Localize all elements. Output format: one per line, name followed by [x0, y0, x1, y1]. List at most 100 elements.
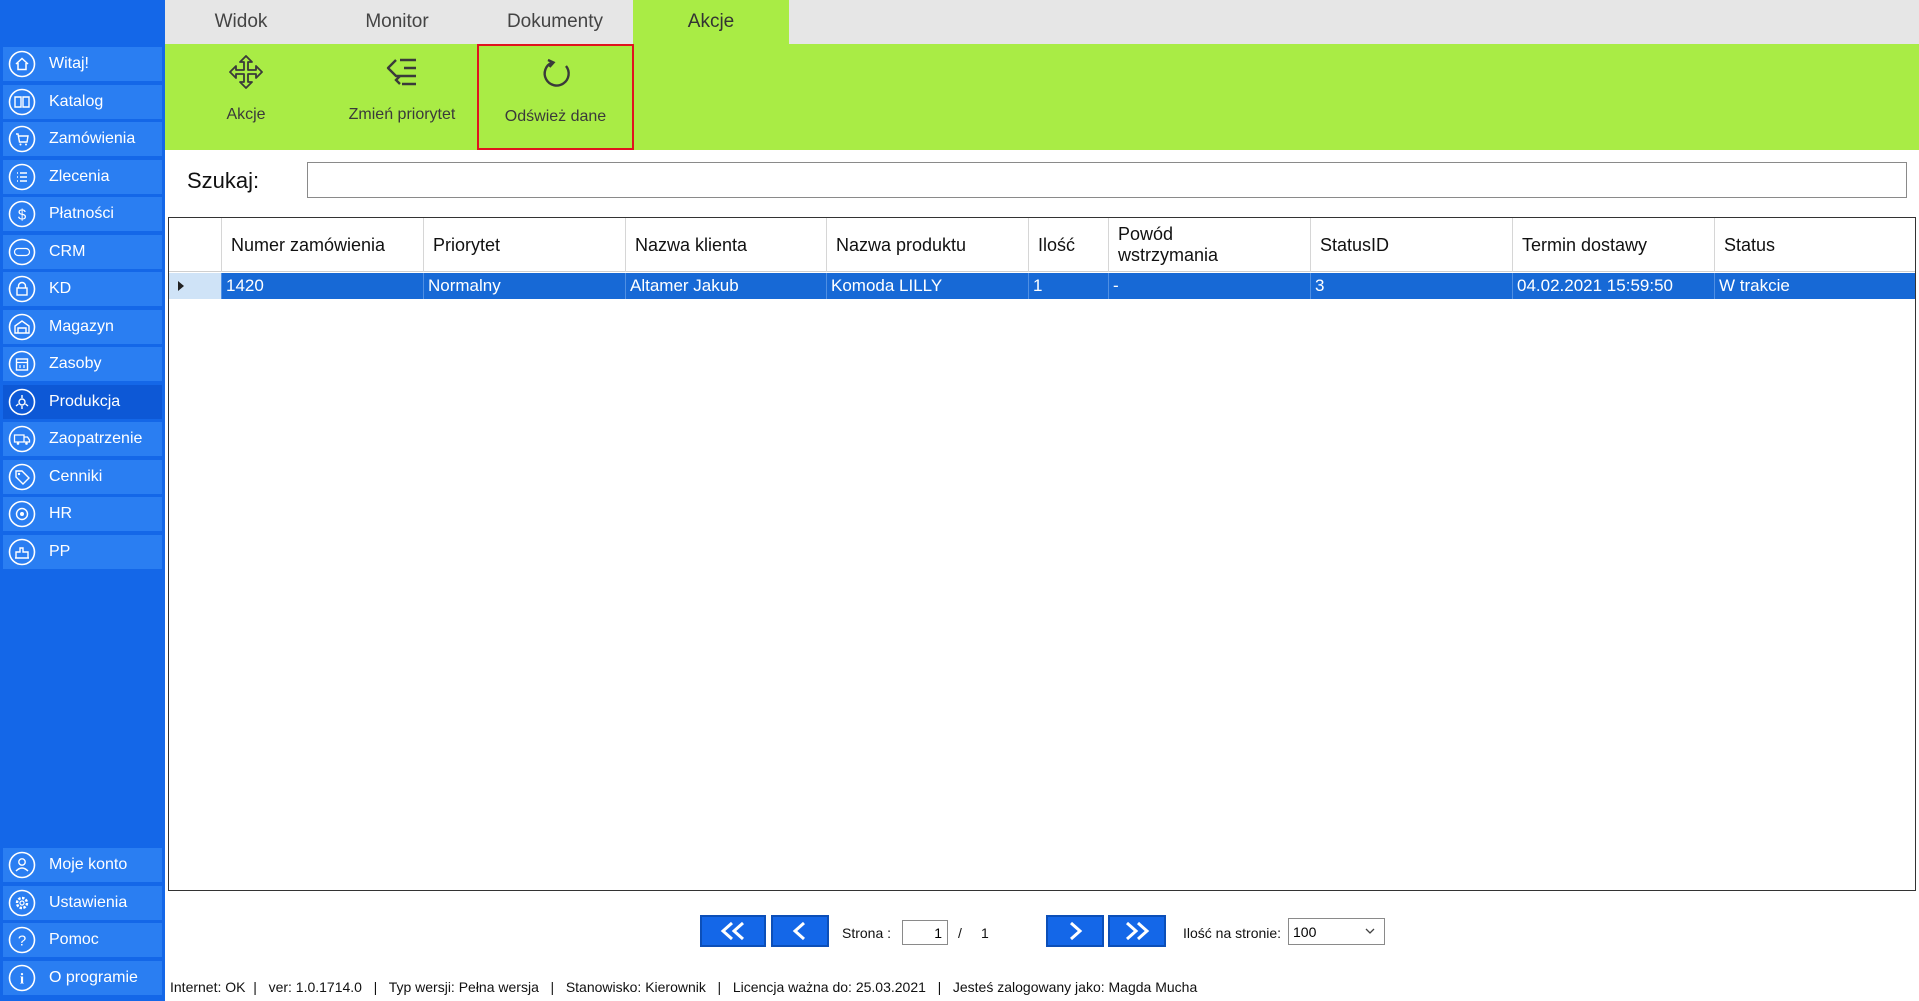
column-header-nazwa-klienta[interactable]: Nazwa klienta	[625, 218, 826, 272]
grid-header: Numer zamówienia Priorytet Nazwa klienta…	[169, 218, 1915, 272]
tab-akcje[interactable]: Akcje	[633, 0, 789, 44]
warehouse-icon	[8, 313, 36, 341]
row-arrow-icon	[178, 281, 184, 291]
sidebar-item-zaopatrzenie[interactable]: Zaopatrzenie	[3, 422, 162, 456]
column-header-termin-dostawy[interactable]: Termin dostawy	[1512, 218, 1714, 272]
row-selector[interactable]	[169, 273, 221, 299]
sidebar-item-pp[interactable]: PP	[3, 535, 162, 569]
sidebar-item-zasoby[interactable]: Zasoby	[3, 347, 162, 381]
page-separator: /	[958, 925, 962, 941]
column-header-numer-zamowienia[interactable]: Numer zamówienia	[221, 218, 423, 272]
sidebar-item-ustawienia[interactable]: Ustawienia	[3, 886, 162, 920]
akcje-button[interactable]: Akcje	[198, 44, 294, 150]
cell-numer-zamowienia[interactable]: 1420	[221, 273, 423, 299]
double-chevron-right-icon	[1126, 921, 1150, 941]
row-header-corner	[169, 218, 221, 272]
column-header-nazwa-produktu[interactable]: Nazwa produktu	[826, 218, 1028, 272]
sidebar-item-label: Płatności	[49, 205, 114, 222]
per-page-select[interactable]: 100	[1288, 918, 1385, 945]
double-chevron-left-icon	[720, 921, 744, 941]
calendar-icon	[8, 350, 36, 378]
sidebar-item-label: Moje konto	[49, 856, 128, 873]
move-arrows-icon	[229, 55, 263, 89]
odswiez-dane-button[interactable]: Odśwież dane	[477, 44, 634, 150]
sidebar-item-label: Witaj!	[49, 55, 89, 72]
column-header-statusid[interactable]: StatusID	[1310, 218, 1512, 272]
last-page-button[interactable]	[1108, 915, 1166, 947]
search-input[interactable]	[307, 162, 1907, 198]
tag-icon	[8, 463, 36, 491]
table-row[interactable]: 1420 Normalny Altamer Jakub Komoda LILLY…	[169, 273, 1915, 299]
help-icon: ?	[8, 926, 36, 954]
sidebar-item-moje-konto[interactable]: Moje konto	[3, 848, 162, 882]
column-header-ilosc[interactable]: Ilość	[1028, 218, 1108, 272]
orders-grid: Numer zamówienia Priorytet Nazwa klienta…	[168, 217, 1916, 891]
column-header-powod-wstrzymania[interactable]: Powód wstrzymania	[1108, 218, 1248, 272]
crm-icon	[8, 238, 36, 266]
first-page-button[interactable]	[700, 915, 766, 947]
sidebar-item-hr[interactable]: HR	[3, 497, 162, 531]
sidebar-item-label: Zasoby	[49, 355, 102, 372]
status-bar-text: Internet: OK | ver: 1.0.1714.0 | Typ wer…	[170, 979, 1198, 995]
sidebar-item-katalog[interactable]: Katalog	[3, 85, 162, 119]
chevron-left-icon	[792, 921, 805, 941]
cell-priorytet[interactable]: Normalny	[423, 273, 625, 299]
sidebar-item-label: Katalog	[49, 93, 104, 110]
cell-powod-wstrzymania[interactable]: -	[1108, 273, 1310, 299]
gear-icon	[8, 889, 36, 917]
tab-monitor[interactable]: Monitor	[317, 0, 477, 44]
column-header-label: Powód wstrzymania	[1118, 224, 1219, 265]
dollar-icon: $	[8, 200, 36, 228]
sidebar-item-label: Pomoc	[49, 931, 99, 948]
next-page-button[interactable]	[1046, 915, 1104, 947]
sidebar: Witaj! Katalog Zamówienia Zlecenia $ Pła…	[0, 0, 165, 1001]
sidebar-item-o-programie[interactable]: i O programie	[3, 961, 162, 995]
cell-statusid[interactable]: 3	[1310, 273, 1512, 299]
status-bar: Internet: OK | ver: 1.0.1714.0 | Typ wer…	[170, 979, 1197, 995]
cell-status[interactable]: W trakcie	[1714, 273, 1915, 299]
sidebar-item-label: PP	[49, 543, 71, 560]
sidebar-item-cenniki[interactable]: Cenniki	[3, 460, 162, 494]
sidebar-item-kd[interactable]: KD	[3, 272, 162, 306]
sidebar-item-platnosci[interactable]: $ Płatności	[3, 197, 162, 231]
column-header-priorytet[interactable]: Priorytet	[423, 218, 625, 272]
lock-icon	[8, 275, 36, 303]
total-pages: 1	[981, 925, 989, 941]
sidebar-item-zlecenia[interactable]: Zlecenia	[3, 160, 162, 194]
zmien-priorytet-button[interactable]: Zmień priorytet	[327, 44, 477, 150]
factory-icon	[8, 388, 36, 416]
cell-nazwa-klienta[interactable]: Altamer Jakub	[625, 273, 826, 299]
tab-widok[interactable]: Widok	[165, 0, 317, 44]
sidebar-item-magazyn[interactable]: Magazyn	[3, 310, 162, 344]
cell-nazwa-produktu[interactable]: Komoda LILLY	[826, 273, 1028, 299]
sidebar-item-crm[interactable]: CRM	[3, 235, 162, 269]
column-header-status[interactable]: Status	[1714, 218, 1915, 272]
book-icon	[8, 88, 36, 116]
chevron-down-icon	[1365, 928, 1375, 934]
chevron-right-icon	[1070, 921, 1083, 941]
sidebar-item-label: Produkcja	[49, 393, 121, 410]
tab-dokumenty[interactable]: Dokumenty	[477, 0, 633, 44]
people-icon	[8, 500, 36, 528]
svg-text:$: $	[18, 207, 27, 224]
priority-list-icon	[386, 58, 416, 86]
machine-icon	[8, 538, 36, 566]
page-number-input[interactable]	[902, 920, 948, 945]
zmien-priorytet-label: Zmień priorytet	[348, 106, 456, 123]
list-icon	[8, 163, 36, 191]
previous-page-button[interactable]	[771, 915, 829, 947]
sidebar-item-label: Zamówienia	[49, 130, 136, 147]
search-label: Szukaj:	[187, 168, 260, 193]
sidebar-item-zamowienia[interactable]: Zamówienia	[3, 122, 162, 156]
sidebar-item-label: Zlecenia	[49, 168, 110, 185]
svg-text:?: ?	[18, 933, 26, 950]
page-label: Strona :	[842, 925, 892, 941]
cell-ilosc[interactable]: 1	[1028, 273, 1108, 299]
sidebar-item-produkcja[interactable]: Produkcja	[3, 385, 162, 419]
sidebar-item-pomoc[interactable]: ? Pomoc	[3, 923, 162, 957]
user-icon	[8, 851, 36, 879]
info-icon: i	[8, 964, 36, 992]
sidebar-item-witaj[interactable]: Witaj!	[3, 47, 162, 81]
per-page-value: 100	[1293, 923, 1317, 940]
cell-termin-dostawy[interactable]: 04.02.2021 15:59:50	[1512, 273, 1714, 299]
